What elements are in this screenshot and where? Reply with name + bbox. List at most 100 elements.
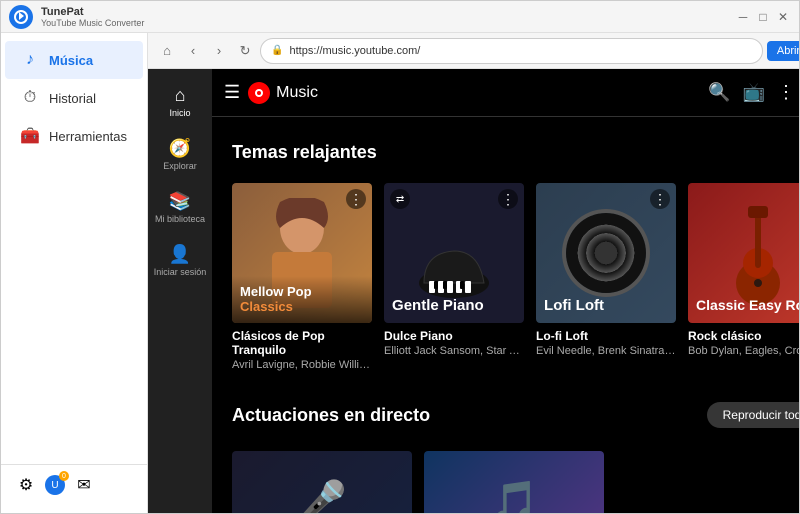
card-mellow-info: Clásicos de Pop Tranquilo Avril Lavigne,… — [232, 329, 372, 371]
card-piano-img: ⇄ ⋮ Gentle Piano — [384, 183, 524, 323]
card-piano-info: Dulce Piano Elliott Jack Sansom, Star Ag… — [384, 329, 524, 357]
sidebar-label-history: Historial — [49, 91, 96, 106]
ytm-nav-signin[interactable]: 👤 Iniciar sesión — [148, 236, 212, 285]
shuffle-icon: ⇄ — [396, 194, 404, 205]
sidebar-item-music[interactable]: ♪ Música — [5, 41, 143, 79]
live-person-2: 🎵 — [424, 451, 604, 513]
card-piano-name: Dulce Piano — [384, 329, 524, 343]
ytm-logo: Music — [248, 82, 318, 104]
title-bar-left: TunePat YouTube Music Converter — [9, 5, 144, 29]
sidebar-label-music: Música — [49, 53, 93, 68]
home-icon: ⌂ — [175, 85, 186, 106]
card-rock-info: Rock clásico Bob Dylan, Eagles, Crosby, … — [688, 329, 799, 357]
play-all-button[interactable]: Reproducir todo — [707, 402, 799, 428]
card-mellow[interactable]: Mellow Pop Classics ⋮ Clásic — [232, 183, 372, 371]
cast-icon[interactable]: 📺 — [743, 82, 765, 103]
section2-controls: Reproducir todo + › — [707, 395, 799, 435]
url-bar[interactable]: 🔒 https://music.youtube.com/ — [260, 38, 763, 64]
card-mellow-name: Clásicos de Pop Tranquilo — [232, 329, 372, 357]
mail-icon[interactable]: ✉ — [75, 476, 93, 494]
live-cards: 🎤 🎵 — [232, 451, 799, 513]
settings-icon[interactable]: ⚙ — [17, 476, 35, 494]
ytm-nav-home[interactable]: ⌂ Inicio — [148, 77, 212, 126]
card-mellow-overlay: Mellow Pop Classics — [232, 276, 372, 323]
card-lofi-menu[interactable]: ⋮ — [650, 189, 670, 209]
forward-button[interactable]: › — [208, 40, 230, 62]
window-controls: ─ □ ✕ — [735, 9, 791, 25]
header-icons: 🔍 📺 ⋮ Iniciar sesión — [708, 78, 799, 107]
card-piano-menu[interactable]: ⋮ — [498, 189, 518, 209]
youtube-music-app: ⌂ Inicio 🧭 Explorar 📚 Mi biblioteca 👤 In… — [148, 69, 799, 513]
ytm-content: Temas relajantes ‹ › — [212, 117, 799, 513]
card-mellow-menu[interactable]: ⋮ — [346, 189, 366, 209]
section1-header: Temas relajantes ‹ › — [232, 137, 799, 167]
section2-title: Actuaciones en directo — [232, 405, 430, 426]
piano-svg — [414, 243, 494, 303]
card-piano-desc: Elliott Jack Sansom, Star Age, The Chill… — [384, 345, 524, 357]
ytm-nav-explore-label: Explorar — [163, 161, 197, 171]
ytm-nav-library[interactable]: 📚 Mi biblioteca — [148, 183, 212, 232]
more-dots-icon2: ⋮ — [501, 191, 515, 208]
back-button[interactable]: ‹ — [182, 40, 204, 62]
minimize-button[interactable]: ─ — [735, 9, 751, 25]
browser-bar: ⌂ ‹ › ↻ 🔒 https://music.youtube.com/ Abr… — [148, 33, 799, 69]
live-person-1: 🎤 — [232, 451, 412, 513]
user-avatar[interactable]: U 0 — [45, 475, 65, 495]
ytm-nav-explore[interactable]: 🧭 Explorar — [148, 130, 212, 179]
lock-icon: 🔒 — [271, 45, 283, 56]
library-icon: 📚 — [169, 191, 191, 212]
ytm-nav-library-label: Mi biblioteca — [155, 214, 205, 224]
card-rock-img: ⋮ Classic Easy Rock — [688, 183, 799, 323]
rock-title-text: Classic Easy Rock — [696, 297, 799, 313]
card-piano-title-overlay: Gentle Piano — [392, 297, 484, 315]
more-icon[interactable]: ⋮ — [777, 82, 795, 103]
search-icon[interactable]: 🔍 — [708, 82, 730, 103]
live-card-1[interactable]: 🎤 — [232, 451, 412, 513]
lofi-title-text: Lofi Loft — [544, 297, 604, 314]
signin-nav-icon: 👤 — [169, 244, 191, 265]
ytm-main: ☰ Music 🔍 — [212, 69, 799, 513]
reload-button[interactable]: ↻ — [234, 40, 256, 62]
live-card-2[interactable]: 🎵 — [424, 451, 604, 513]
ytm-nav-home-label: Inicio — [170, 108, 191, 118]
main-layout: ♪ Música ⏱ Historial 🧰 Herramientas ⚙ U … — [1, 33, 799, 513]
sidebar: ♪ Música ⏱ Historial 🧰 Herramientas ⚙ U … — [1, 33, 148, 513]
card-rock-name: Rock clásico — [688, 329, 799, 343]
ytm-logo-text: Music — [276, 84, 318, 102]
card-rock-desc: Bob Dylan, Eagles, Crosby, Stills & Nash… — [688, 345, 799, 357]
notification-badge: 0 — [59, 471, 69, 481]
ytm-sidebar: ⌂ Inicio 🧭 Explorar 📚 Mi biblioteca 👤 In… — [148, 69, 212, 513]
piano-title-text: Gentle Piano — [392, 297, 484, 314]
card-lofi[interactable]: ⋮ Lofi Loft Lo-fi Loft Evil Needle, Bren… — [536, 183, 676, 371]
maximize-button[interactable]: □ — [755, 9, 771, 25]
app-title-group: TunePat YouTube Music Converter — [41, 6, 144, 28]
music-cards: Mellow Pop Classics ⋮ Clásic — [232, 183, 799, 371]
app-subtitle: YouTube Music Converter — [41, 18, 144, 28]
tools-icon: 🧰 — [21, 127, 39, 145]
card-piano[interactable]: ⇄ ⋮ Gentle Piano — [384, 183, 524, 371]
card-lofi-name: Lo-fi Loft — [536, 329, 676, 343]
sidebar-item-history[interactable]: ⏱ Historial — [5, 79, 143, 117]
more-dots-icon: ⋮ — [349, 191, 363, 208]
history-icon: ⏱ — [21, 89, 39, 107]
guitar-svg — [728, 198, 788, 308]
card-lofi-img: ⋮ Lofi Loft — [536, 183, 676, 323]
hamburger-icon[interactable]: ☰ — [224, 82, 240, 103]
section2-header: Actuaciones en directo Reproducir todo +… — [232, 395, 799, 435]
ytm-header: ☰ Music 🔍 — [212, 69, 799, 117]
card-piano-shuffle[interactable]: ⇄ — [390, 189, 410, 209]
title-bar: TunePat YouTube Music Converter ─ □ ✕ — [1, 1, 799, 33]
app-title: TunePat — [41, 6, 144, 18]
main-window: TunePat YouTube Music Converter ─ □ ✕ ♪ … — [0, 0, 800, 514]
card-lofi-title-overlay: Lofi Loft — [544, 297, 604, 315]
more-dots-icon3: ⋮ — [653, 191, 667, 208]
open-new-window-button[interactable]: Abrir en una nueva ventana — [767, 41, 799, 61]
card-rock[interactable]: ⋮ Classic Easy Rock Rock clásico Bob Dyl… — [688, 183, 799, 371]
sidebar-item-tools[interactable]: 🧰 Herramientas — [5, 117, 143, 155]
home-nav-button[interactable]: ⌂ — [156, 40, 178, 62]
section2: Actuaciones en directo Reproducir todo +… — [232, 395, 799, 513]
app-logo — [9, 5, 33, 29]
url-text: https://music.youtube.com/ — [289, 45, 751, 57]
close-button[interactable]: ✕ — [775, 9, 791, 25]
vinyl-record — [566, 213, 646, 293]
